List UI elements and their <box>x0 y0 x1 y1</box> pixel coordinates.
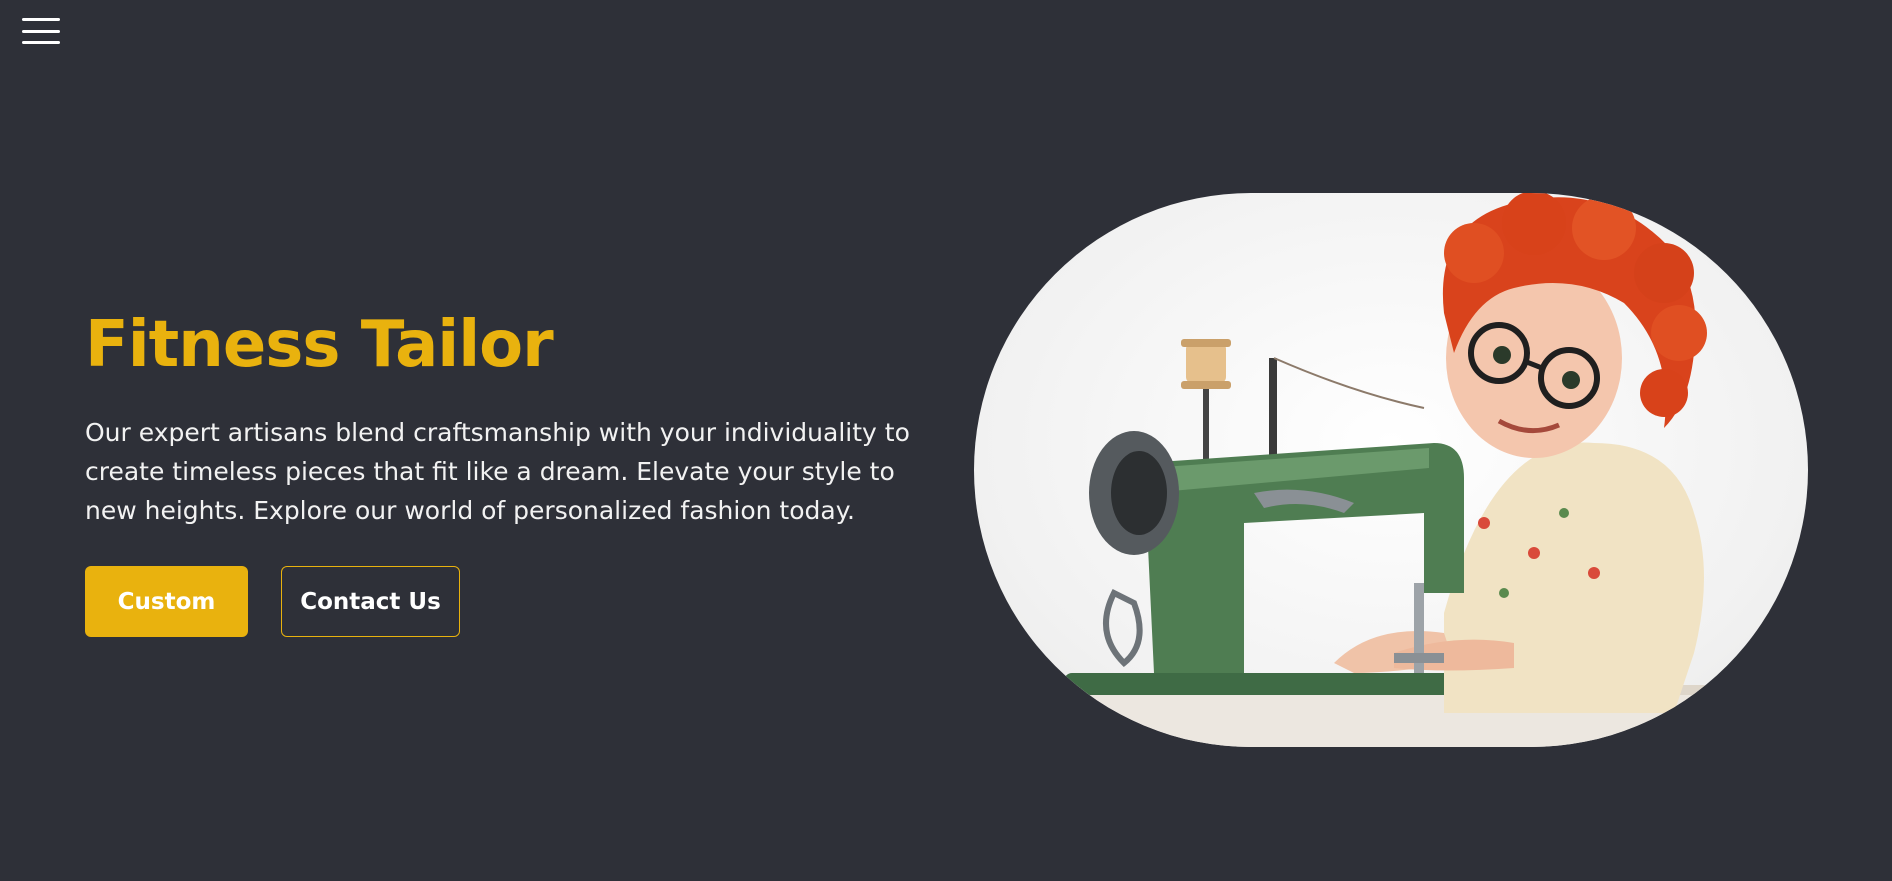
menu-line <box>22 29 60 33</box>
hero-title: Fitness Tailor <box>85 308 554 382</box>
bobbin-winder <box>1103 588 1143 668</box>
hamburger-menu-icon[interactable] <box>20 14 62 48</box>
hero-section: Fitness Tailor Our expert artisans blend… <box>85 305 945 637</box>
thread <box>1273 357 1425 409</box>
tailor-illustration <box>974 193 1808 747</box>
hero-button-row: Custom Contact Us <box>85 566 945 637</box>
contact-us-button[interactable]: Contact Us <box>281 566 460 637</box>
hero-description: Our expert artisans blend craftsmanship … <box>85 418 910 525</box>
thread-guide <box>1269 358 1277 468</box>
thread-spool <box>1186 343 1226 383</box>
person-dress <box>1444 442 1704 713</box>
landing-page: Fitness Tailor Our expert artisans blend… <box>0 0 1892 881</box>
menu-line <box>22 41 60 44</box>
menu-line <box>22 18 60 21</box>
table-surface <box>974 693 1808 747</box>
custom-button[interactable]: Custom <box>85 566 248 637</box>
presser-foot <box>1394 653 1444 663</box>
hero-image <box>974 193 1808 747</box>
